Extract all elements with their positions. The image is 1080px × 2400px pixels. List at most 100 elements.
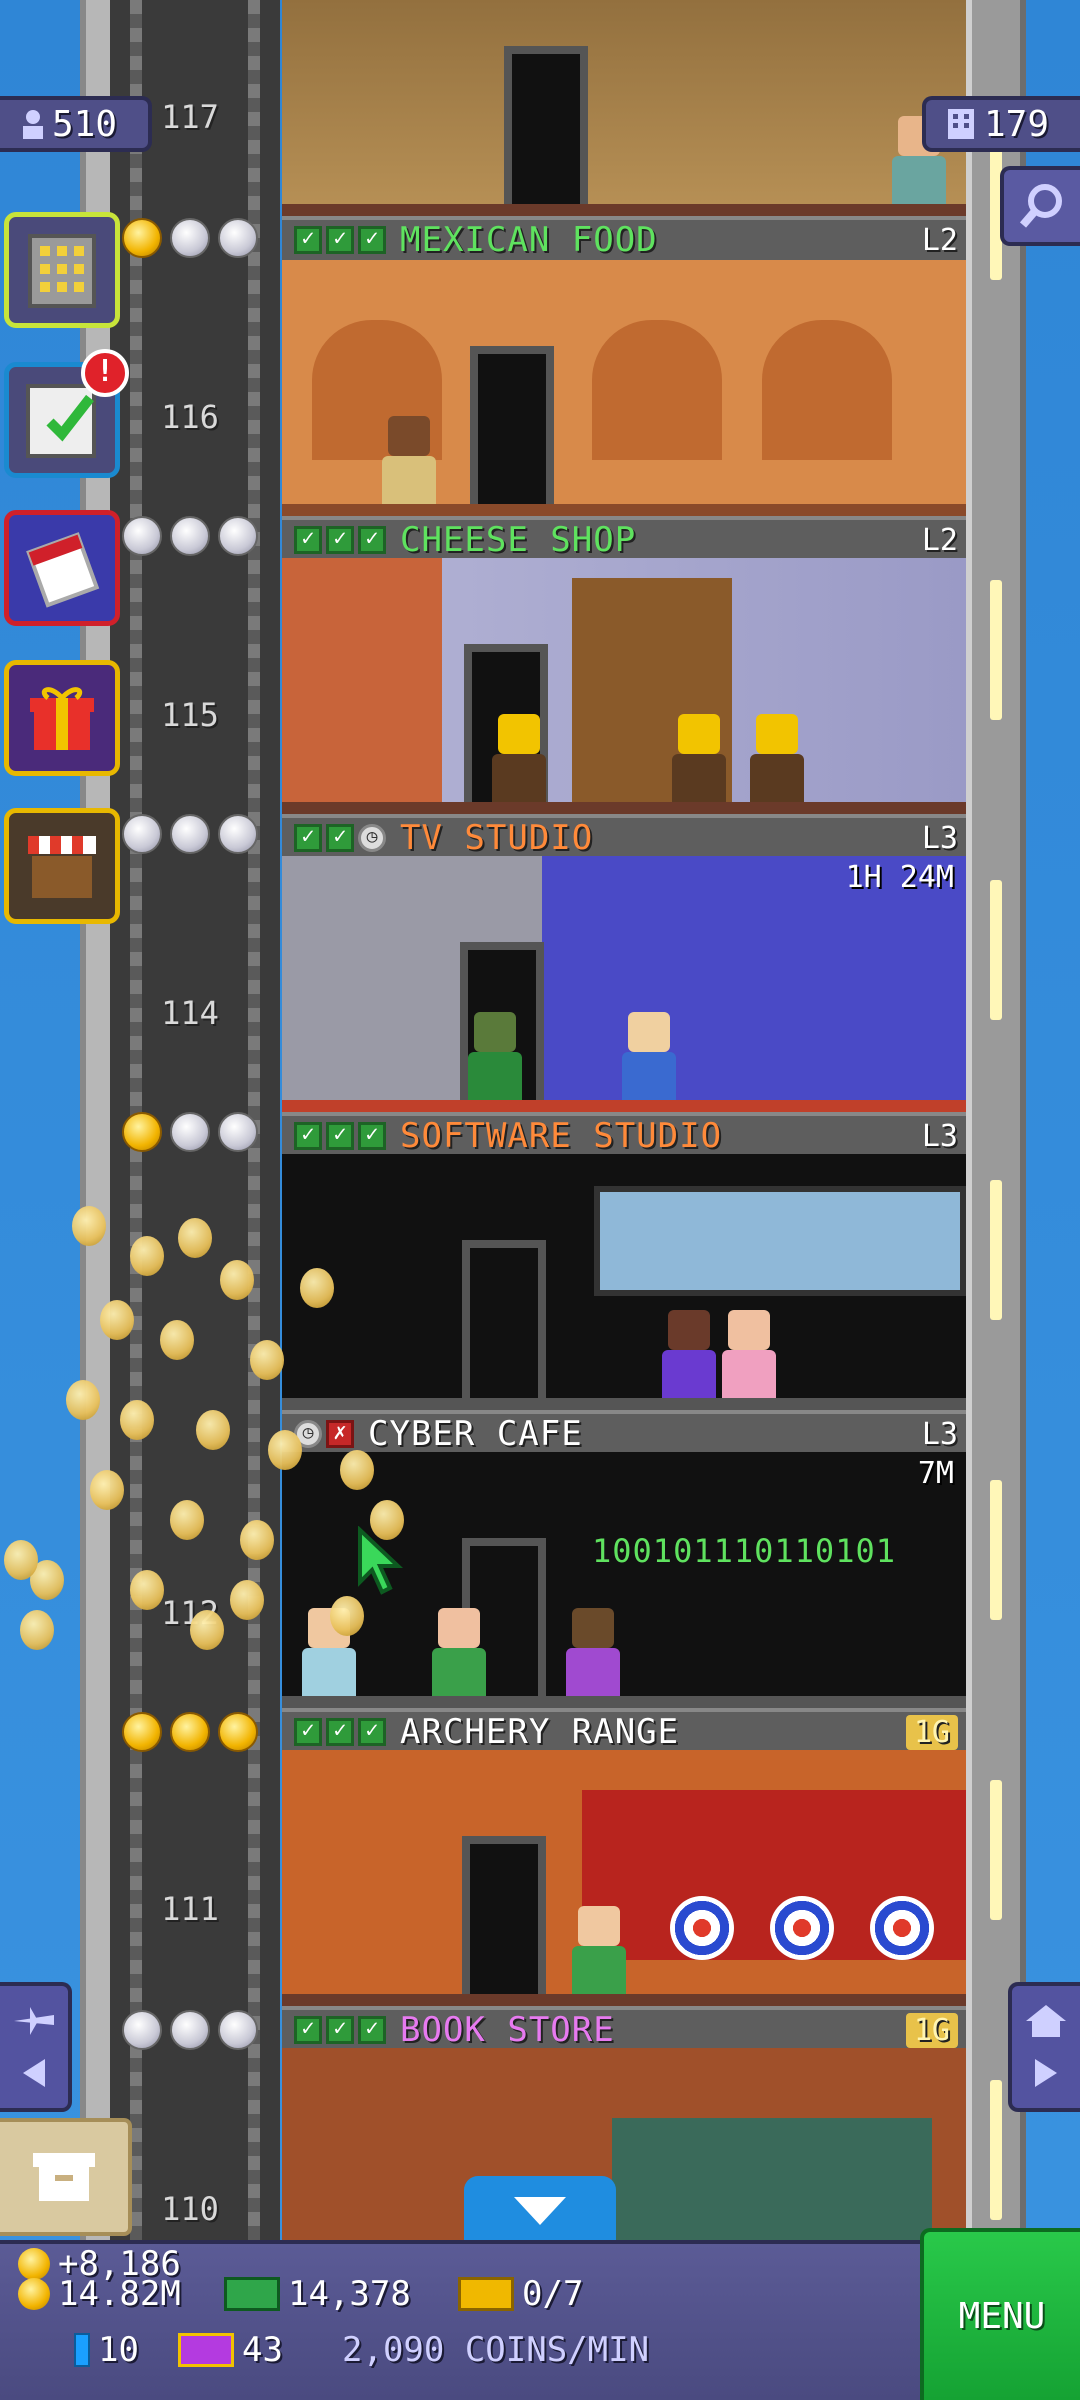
floor-ground — [282, 1100, 966, 1112]
tenant-person[interactable] — [432, 1608, 486, 1698]
fail-icon: ✗ — [326, 1420, 354, 1448]
floor-name: MEXICAN FOOD — [400, 220, 658, 260]
floor-cheese-shop[interactable]: ✓ ✓ ✓ CHEESE SHOP L2 — [282, 260, 966, 560]
star-icon — [218, 218, 258, 258]
visit-lobby-button[interactable] — [0, 1982, 72, 2112]
check-icon: ✓ — [326, 824, 354, 852]
check-icon: ✓ — [326, 226, 354, 254]
floor-mexican-food[interactable]: ✓ ✓ ✓ MEXICAN FOOD L2 — [282, 0, 966, 260]
market-stall-icon — [28, 836, 96, 898]
room-interior — [282, 558, 966, 814]
cash-value: 14,378 — [288, 2274, 411, 2314]
floor-label-bar[interactable]: ✓ ✓ ✓ BOOK STORE 1G — [282, 2006, 966, 2050]
star-icon — [122, 2010, 162, 2050]
floor-ground — [282, 1696, 966, 1708]
floor-level: L3 — [921, 1118, 958, 1154]
floor-number: 117 — [161, 98, 219, 136]
window-light — [990, 880, 1002, 1020]
menu-button[interactable]: MENU — [920, 2228, 1080, 2400]
window-light — [990, 1780, 1002, 1920]
tickets-value: 0/7 — [522, 2274, 584, 2314]
population-value: 510 — [52, 103, 118, 145]
market-stall-button[interactable] — [4, 808, 120, 924]
floor-status-checks: ✓ ✓ ✓ — [294, 1122, 386, 1150]
floor-book-store[interactable]: ✓ ✓ ✓ BOOK STORE 1G — [282, 1750, 966, 2050]
tickets-stat[interactable]: 0/7 — [458, 2274, 583, 2314]
star-icon — [218, 814, 258, 854]
bux-value: 10 — [98, 2330, 139, 2370]
floor-archery-range[interactable]: 7M 100101110110101 ✓ ✓ ✓ ARCHERY RANGE 1… — [282, 1452, 966, 1752]
population-badge[interactable]: 510 — [0, 96, 152, 152]
target-icon — [670, 1896, 734, 1960]
check-icon: ✓ — [294, 1122, 322, 1150]
floor-label-bar[interactable]: ✓ ✓ ◷ TV STUDIO L3 — [282, 814, 966, 858]
floor-book-store-interior[interactable] — [282, 2048, 966, 2240]
home-icon — [1026, 2004, 1066, 2037]
check-icon: ✓ — [326, 2016, 354, 2044]
tenant-person[interactable] — [382, 416, 436, 506]
vip-stat[interactable]: 43 — [178, 2330, 283, 2370]
check-icon: ✓ — [358, 226, 386, 254]
star-icon — [170, 814, 210, 854]
tenant-person[interactable] — [572, 1906, 626, 1996]
scroll-down-button[interactable] — [464, 2176, 616, 2246]
wall-arch — [592, 320, 722, 460]
floor-stars — [122, 218, 258, 258]
star-icon — [170, 516, 210, 556]
floor-level: 1G — [905, 2012, 958, 2048]
person-icon — [23, 110, 43, 139]
tenant-person[interactable] — [622, 1012, 676, 1102]
build-floor-button[interactable] — [4, 212, 120, 328]
tenant-person[interactable] — [566, 1608, 620, 1698]
gift-button[interactable] — [4, 660, 120, 776]
coin-icon — [18, 2278, 50, 2310]
star-icon — [122, 814, 162, 854]
ticket-icon — [458, 2277, 514, 2311]
floor-level: 1G — [905, 1714, 958, 1750]
floor-software-studio[interactable]: 1H 24M ✓ ✓ ✓ SOFTWARE STUDIO L3 — [282, 856, 966, 1156]
tenant-person[interactable] — [750, 714, 804, 804]
room-interior — [282, 0, 966, 216]
check-icon: ✓ — [294, 2016, 322, 2044]
inventory-button[interactable] — [0, 2118, 132, 2236]
coins-stat[interactable]: 14.82M — [18, 2274, 181, 2314]
star-icon — [122, 1712, 162, 1752]
floor-status-checks: ◷ ✗ — [294, 1420, 354, 1448]
star-icon — [218, 516, 258, 556]
floors-badge[interactable]: 179 — [922, 96, 1080, 152]
floor-tv-studio[interactable]: ✓ ✓ ◷ TV STUDIO L3 — [282, 558, 966, 858]
floor-label-bar[interactable]: ✓ ✓ ✓ CHEESE SHOP L2 — [282, 516, 966, 560]
visit-roof-button[interactable] — [1008, 1982, 1080, 2112]
cash-icon — [224, 2277, 280, 2311]
tenant-person[interactable] — [662, 1310, 716, 1400]
brick-wall — [282, 558, 442, 814]
floor-label-bar[interactable]: ✓ ✓ ✓ ARCHERY RANGE 1G — [282, 1708, 966, 1752]
floor-door — [462, 1240, 546, 1410]
floor-name: BOOK STORE — [400, 2010, 615, 2050]
floor-door — [504, 46, 588, 216]
cash-stat[interactable]: 14,378 — [224, 2274, 411, 2314]
floor-ground — [282, 1398, 966, 1410]
floor-label-bar[interactable]: ✓ ✓ ✓ MEXICAN FOOD L2 — [282, 216, 966, 260]
search-button[interactable] — [1000, 166, 1080, 246]
tenant-person[interactable] — [492, 714, 546, 804]
floor-status-checks: ✓ ✓ ✓ — [294, 226, 386, 254]
tenant-person[interactable] — [722, 1310, 776, 1400]
floor-ground — [282, 204, 966, 216]
bux-stat[interactable]: 10 — [74, 2330, 139, 2370]
missions-button[interactable]: ! — [4, 349, 129, 478]
floor-stars — [122, 1112, 258, 1152]
tenant-person[interactable] — [672, 714, 726, 804]
window-light — [990, 580, 1002, 720]
tower-left-wall — [80, 0, 110, 2240]
floor-name: SOFTWARE STUDIO — [400, 1116, 723, 1156]
floor-stars — [122, 2010, 258, 2050]
check-icon: ✓ — [294, 526, 322, 554]
floor-label-bar[interactable]: ◷ ✗ CYBER CAFE L3 — [282, 1410, 966, 1454]
floor-label-bar[interactable]: ✓ ✓ ✓ SOFTWARE STUDIO L3 — [282, 1112, 966, 1156]
floor-number: 110 — [161, 2190, 219, 2228]
room-interior — [282, 260, 966, 516]
tenant-person[interactable] — [468, 1012, 522, 1102]
calendar-button[interactable] — [4, 510, 120, 626]
floor-cyber-cafe[interactable]: ◷ ✗ CYBER CAFE L3 — [282, 1154, 966, 1454]
